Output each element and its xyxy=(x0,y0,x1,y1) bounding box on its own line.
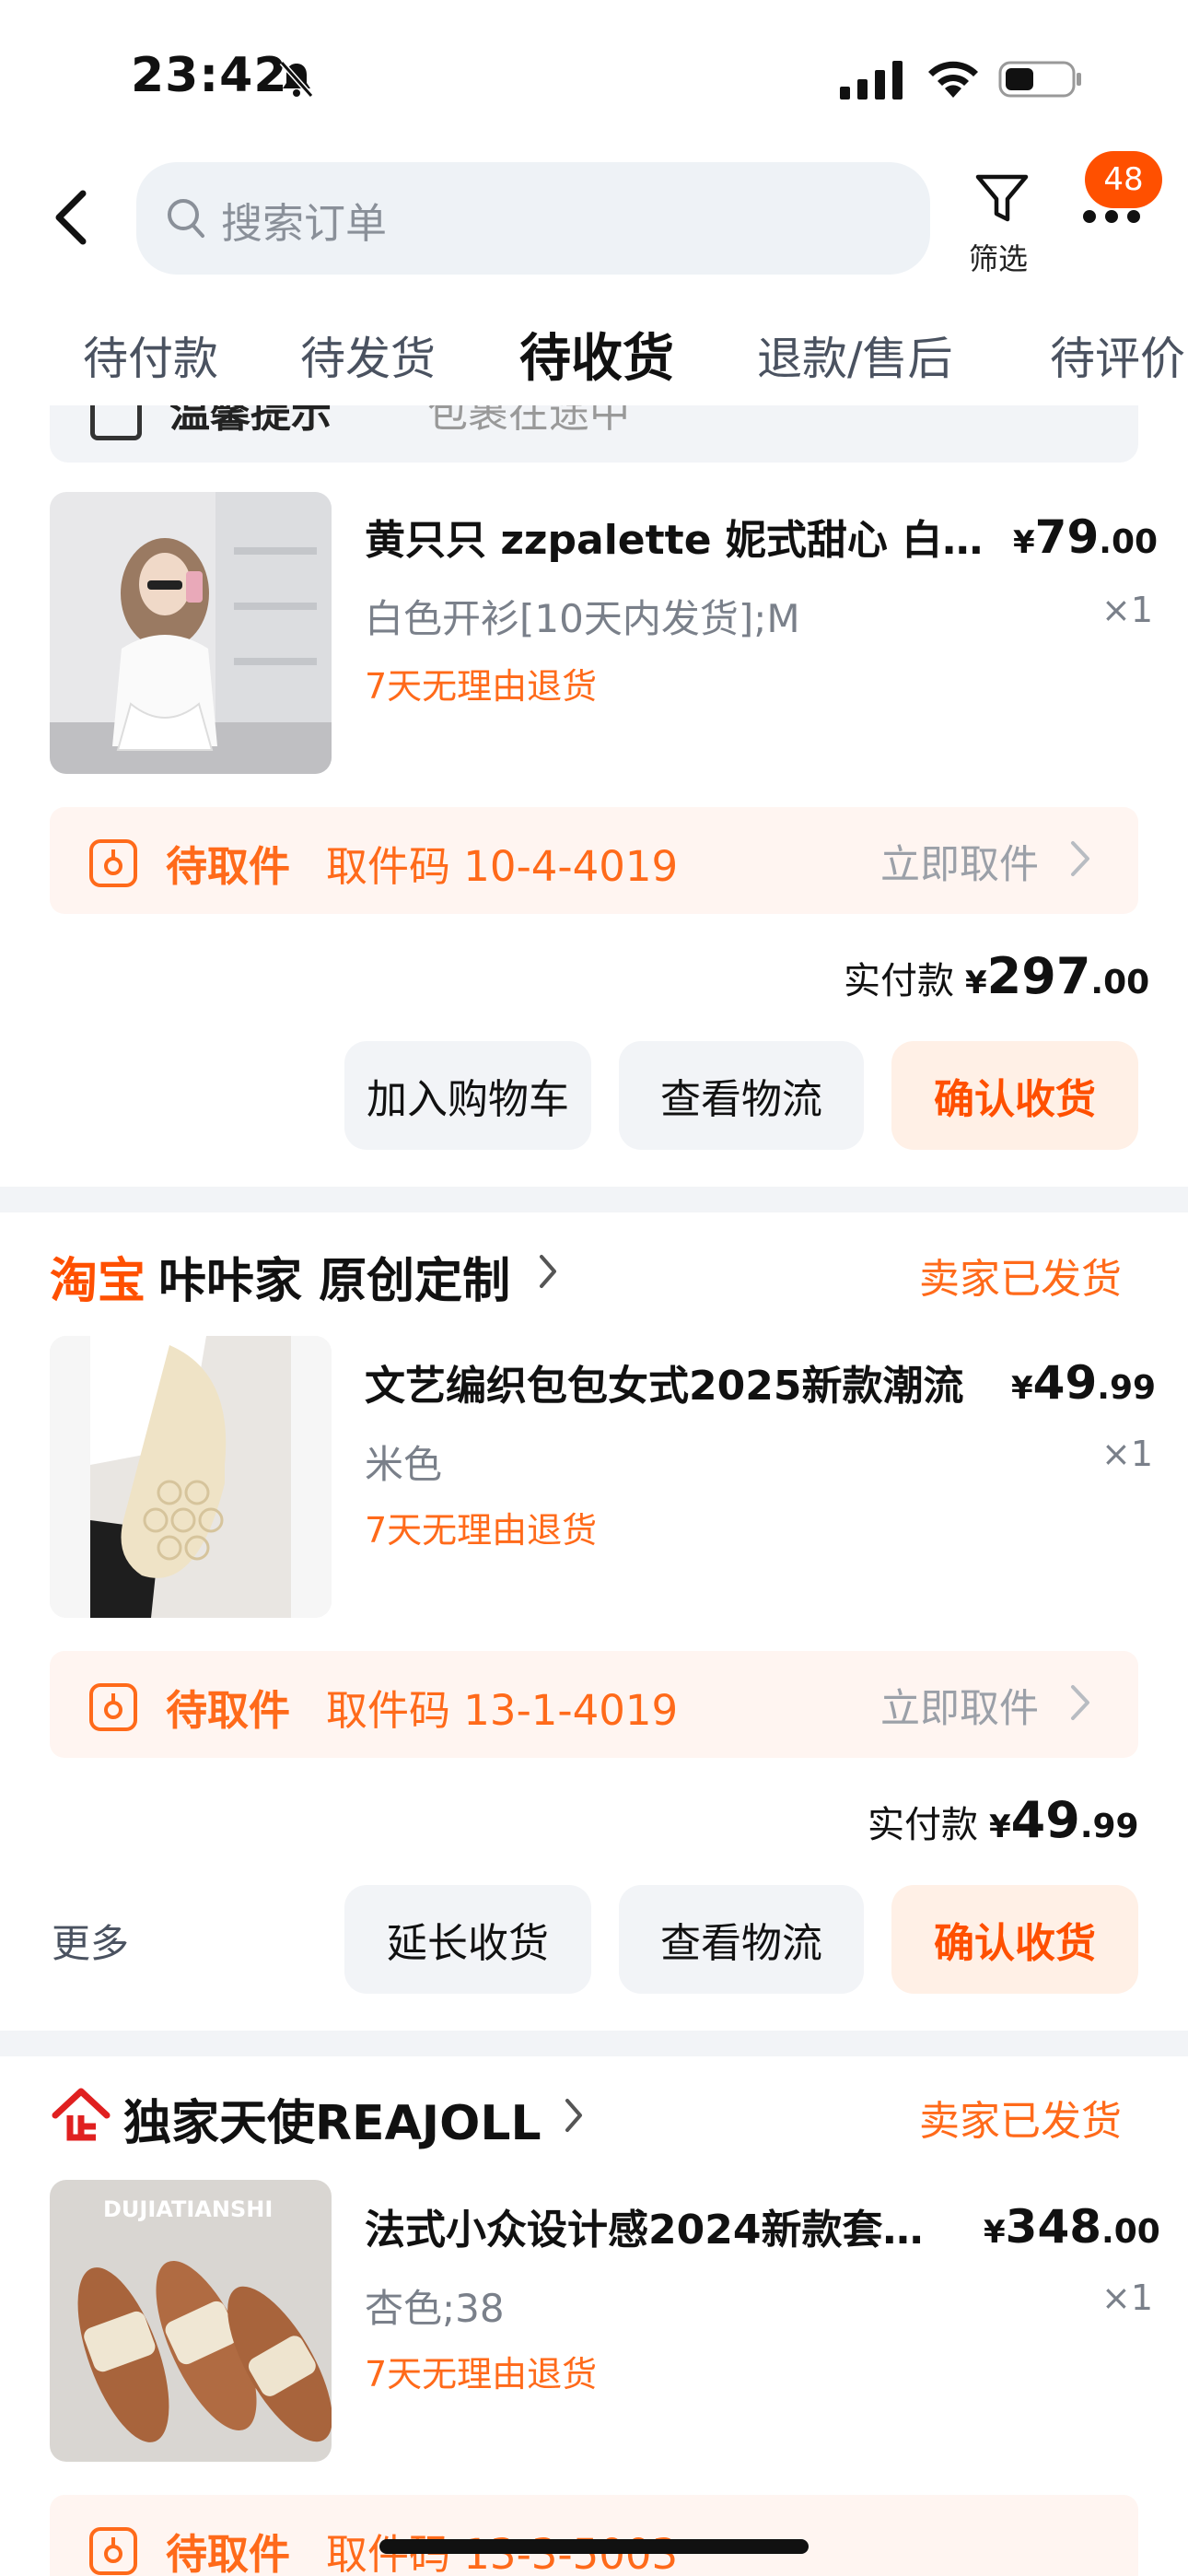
order-status: 卖家已发货 xyxy=(919,2098,1122,2145)
confirm-receipt-button[interactable]: 确认收货 xyxy=(891,1885,1138,1994)
pickup-now-link[interactable]: 立即取件 xyxy=(880,833,1039,890)
product-variant: 白色开衫[10天内发货];M xyxy=(365,596,800,641)
view-logistics-button[interactable]: 查看物流 xyxy=(619,1041,864,1150)
pickup-code: 取件码 10-4-4019 xyxy=(326,842,679,891)
chevron-right-icon xyxy=(565,2099,582,2132)
tab-pending-review[interactable]: 待评价 xyxy=(1050,322,1185,388)
wifi-icon xyxy=(928,61,978,98)
product-photo-knit-bag xyxy=(50,1336,332,1618)
tab-refund-aftersale[interactable]: 退款/售后 xyxy=(757,322,953,388)
pickup-now-link[interactable]: 立即取件 xyxy=(880,1677,1039,1734)
product-image[interactable]: DUJIATIANSHI xyxy=(50,2180,332,2462)
cellular-signal-icon xyxy=(840,61,903,100)
parcel-locker-icon xyxy=(89,839,137,887)
paid-amount: 实付款 ¥49.99 xyxy=(868,1791,1139,1849)
pickup-strip[interactable]: 待取件 取件码 10-4-4019 立即取件 xyxy=(50,807,1138,914)
tab-pending-receipt[interactable]: 待收货 xyxy=(519,317,674,392)
parcel-locker-icon xyxy=(89,1683,137,1731)
view-logistics-button[interactable]: 查看物流 xyxy=(619,1885,864,1994)
filter-icon xyxy=(975,174,1029,222)
return-policy-note: 7天无理由退货 xyxy=(365,2354,598,2395)
image-watermark-text: DUJIATIANSHI xyxy=(103,2196,273,2222)
pickup-status: 待取件 xyxy=(166,2530,291,2576)
return-policy-note: 7天无理由退货 xyxy=(365,666,598,707)
tab-pending-shipment[interactable]: 待发货 xyxy=(300,322,436,388)
pickup-status: 待取件 xyxy=(166,1686,291,1735)
product-price: ¥348.00 xyxy=(984,2200,1160,2254)
add-to-cart-button[interactable]: 加入购物车 xyxy=(344,1041,591,1150)
reminder-title: 温馨提示 xyxy=(169,405,332,437)
chevron-right-icon xyxy=(1071,1685,1089,1720)
product-variant: 杏色;38 xyxy=(365,2286,505,2331)
tab-pending-payment[interactable]: 待付款 xyxy=(83,322,218,388)
return-policy-note: 7天无理由退货 xyxy=(365,1510,598,1551)
section-divider xyxy=(0,1187,1188,1212)
reminder-icon xyxy=(90,405,142,440)
product-photo-sandals: DUJIATIANSHI xyxy=(50,2180,332,2462)
product-title[interactable]: 黄只只 zzpalette 妮式甜心 白色开衫 xyxy=(365,507,991,566)
tmall-enterprise-icon xyxy=(52,2088,111,2141)
product-quantity: ×1 xyxy=(1101,1434,1154,1474)
more-options-link[interactable]: 更多 xyxy=(52,1913,129,1969)
shop-name[interactable]: 独家天使REAJOLL xyxy=(123,2084,542,2153)
product-title[interactable]: 法式小众设计感2024新款套趾凉拖 xyxy=(365,2196,954,2255)
paid-amount: 实付款 ¥297.00 xyxy=(844,947,1150,1005)
shipping-reminder: 温馨提示 包裹在途中 xyxy=(50,405,1138,463)
product-price: ¥79.00 xyxy=(1013,510,1159,564)
dot-icon xyxy=(1083,210,1096,223)
dot-icon xyxy=(1105,210,1118,223)
message-count-badge: 48 xyxy=(1085,151,1162,208)
dot-icon xyxy=(1127,210,1140,223)
pickup-code: 取件码 13-1-4019 xyxy=(326,1686,679,1735)
chevron-right-icon xyxy=(1071,841,1089,876)
product-quantity: ×1 xyxy=(1101,590,1154,630)
product-image[interactable] xyxy=(50,1336,332,1618)
product-quantity: ×1 xyxy=(1101,2277,1154,2318)
extend-receipt-button[interactable]: 延长收货 xyxy=(344,1885,591,1994)
shop-name[interactable]: 咔咔家 原创定制 xyxy=(158,1242,510,1311)
home-indicator[interactable] xyxy=(379,2539,809,2554)
order-status: 卖家已发货 xyxy=(919,1256,1122,1303)
search-icon xyxy=(168,199,204,238)
product-photo-cardigan xyxy=(50,492,332,774)
bell-muted-icon xyxy=(279,61,314,98)
chevron-right-icon xyxy=(540,1255,556,1288)
taobao-tag: 淘宝 xyxy=(50,1254,146,1309)
product-price: ¥49.99 xyxy=(1011,1356,1157,1410)
product-title[interactable]: 文艺编织包包女式2025新款潮流 xyxy=(365,1352,991,1411)
reminder-text: 包裹在途中 xyxy=(427,405,630,437)
search-placeholder: 搜索订单 xyxy=(221,199,388,248)
pickup-status: 待取件 xyxy=(166,842,291,891)
pickup-strip[interactable]: 待取件 取件码 13-1-4019 立即取件 xyxy=(50,1651,1138,1758)
pickup-strip[interactable]: 待取件 取件码 13-3-5003 xyxy=(50,2495,1138,2576)
back-button[interactable] xyxy=(48,184,94,251)
section-divider xyxy=(0,2031,1188,2056)
filter-label: 筛选 xyxy=(969,241,1029,276)
parcel-locker-icon xyxy=(89,2527,137,2575)
product-image[interactable] xyxy=(50,492,332,774)
battery-icon xyxy=(998,61,1081,98)
status-time: 23:42 xyxy=(131,48,288,103)
confirm-receipt-button[interactable]: 确认收货 xyxy=(891,1041,1138,1150)
product-variant: 米色 xyxy=(365,1442,443,1487)
